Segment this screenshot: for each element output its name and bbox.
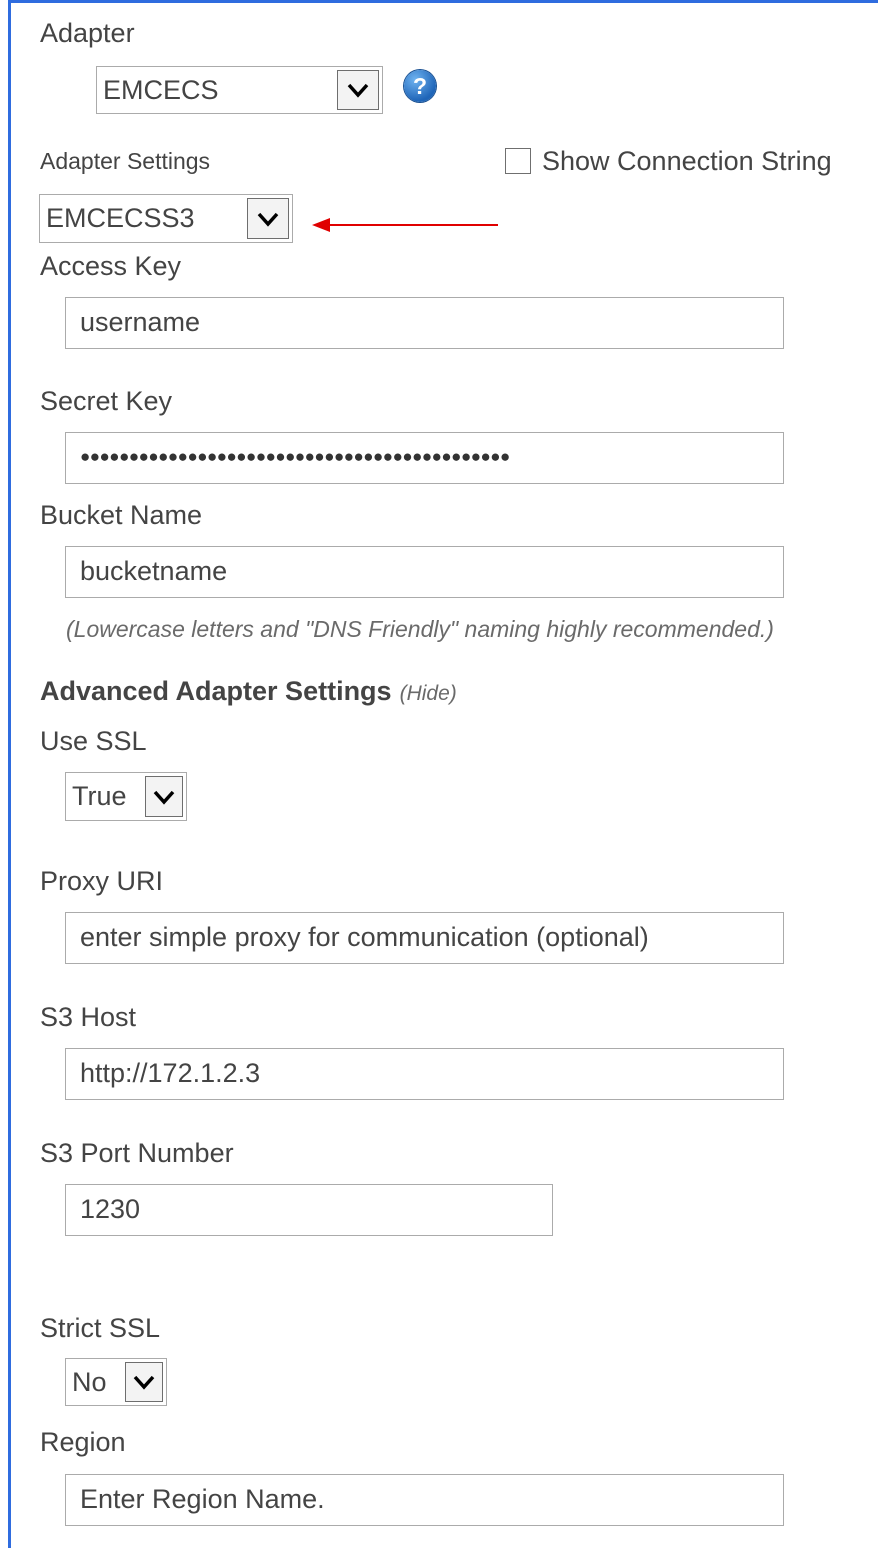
question-circle-icon[interactable]: ?	[404, 70, 436, 102]
s3-port-input[interactable]: 1230	[65, 1184, 553, 1236]
access-key-input[interactable]: username	[65, 297, 784, 349]
show-connection-string-checkbox[interactable]	[505, 148, 531, 174]
region-input[interactable]: Enter Region Name.	[65, 1474, 784, 1526]
adapter-select-value: EMCECS	[103, 74, 219, 105]
chevron-down-icon[interactable]	[337, 70, 379, 110]
region-label: Region	[40, 1427, 126, 1457]
bucket-name-hint: (Lowercase letters and "DNS Friendly" na…	[66, 616, 774, 642]
bucket-name-input[interactable]: bucketname	[65, 546, 784, 598]
chevron-down-icon[interactable]	[125, 1362, 163, 1402]
window-frame-top	[8, 0, 878, 3]
proxy-uri-input[interactable]: enter simple proxy for communication (op…	[65, 912, 784, 964]
use-ssl-select-value: True	[72, 781, 127, 811]
use-ssl-select[interactable]: True	[65, 772, 187, 821]
advanced-settings-hide-link[interactable]: (Hide)	[400, 682, 457, 705]
red-arrow-annotation	[312, 218, 498, 232]
window-frame-left	[8, 0, 11, 1548]
strict-ssl-label: Strict SSL	[40, 1313, 161, 1343]
adapter-settings-label: Adapter Settings	[40, 148, 211, 174]
adapter-settings-select[interactable]: EMCECSS3	[39, 194, 293, 243]
advanced-settings-title: Advanced Adapter Settings	[40, 676, 392, 706]
chevron-down-icon[interactable]	[247, 198, 289, 239]
show-connection-string-label[interactable]: Show Connection String	[542, 146, 832, 177]
strict-ssl-select-value: No	[72, 1366, 107, 1397]
proxy-uri-label: Proxy URI	[40, 866, 164, 896]
adapter-label: Adapter	[40, 18, 135, 48]
secret-key-input[interactable]: ●●●●●●●●●●●●●●●●●●●●●●●●●●●●●●●●●●●●●●●●…	[65, 432, 784, 484]
strict-ssl-select[interactable]: No	[65, 1358, 167, 1406]
s3-port-label: S3 Port Number	[40, 1138, 234, 1168]
adapter-settings-select-value: EMCECSS3	[46, 203, 195, 233]
s3-host-input[interactable]: http://172.1.2.3	[65, 1048, 784, 1100]
adapter-select[interactable]: EMCECS	[96, 66, 383, 114]
s3-host-label: S3 Host	[40, 1002, 137, 1032]
use-ssl-label: Use SSL	[40, 726, 147, 756]
advanced-settings-header: Advanced Adapter Settings (Hide)	[40, 676, 457, 707]
access-key-label: Access Key	[40, 251, 182, 281]
bucket-name-label: Bucket Name	[40, 500, 203, 530]
chevron-down-icon[interactable]	[145, 776, 183, 817]
secret-key-label: Secret Key	[40, 386, 173, 416]
